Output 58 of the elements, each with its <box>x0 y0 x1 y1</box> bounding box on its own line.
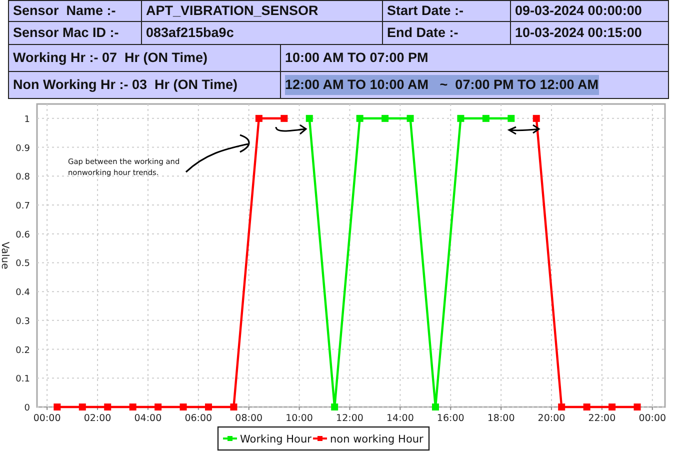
data-point <box>54 404 61 410</box>
x-tick-label: 16:00 <box>436 413 464 424</box>
y-tick-label: 1 <box>24 114 30 125</box>
data-point <box>154 404 162 410</box>
data-point <box>331 404 338 410</box>
x-tick-label: 20:00 <box>538 413 566 424</box>
y-tick-label: 0.2 <box>16 346 30 356</box>
data-point <box>608 404 616 410</box>
cell-text: APT_VIBRATION_SENSOR <box>146 2 318 20</box>
y-tick-label: 0.3 <box>16 316 30 327</box>
x-tick-label: 08:00 <box>235 413 263 424</box>
data-point <box>205 404 212 410</box>
y-tick-label: 0.6 <box>16 230 30 240</box>
legend-label: non working Hour <box>330 434 424 446</box>
cell-text: 083af215ba9c <box>146 24 234 42</box>
x-tick-label: 14:00 <box>386 413 414 424</box>
cell-text: Sensor Mac ID :- <box>13 24 119 42</box>
cell-text: Non Working Hr :- 03 Hr (ON Time) <box>13 76 238 94</box>
cell-text: 10:00 AM TO 07:00 PM <box>285 48 428 67</box>
cell-text: End Date :- <box>387 24 458 42</box>
x-tick-label: 00:00 <box>33 413 61 424</box>
data-point <box>230 404 238 410</box>
y-tick-label: 0.7 <box>16 202 30 212</box>
legend-label: Working Hour <box>240 434 312 446</box>
data-point <box>180 404 187 410</box>
x-tick-label: 06:00 <box>184 413 212 424</box>
cell-text: Start Date :- <box>387 2 464 20</box>
legend-swatch <box>223 436 237 441</box>
double-arrow-drawing <box>508 124 540 135</box>
data-point <box>78 404 86 410</box>
arrow-drawing <box>185 134 250 173</box>
y-tick-label: 0 <box>24 404 30 414</box>
cell-text: 09-03-2024 00:00:00 <box>515 2 642 20</box>
x-tick-label: 00:00 <box>638 413 666 424</box>
x-tick-label: 12:00 <box>336 413 364 424</box>
x-tick-label: 10:00 <box>286 413 313 424</box>
x-tick-label: 02:00 <box>84 413 112 424</box>
cell-text: Working Hr :- 07 Hr (ON Time) <box>13 48 208 67</box>
data-point <box>583 404 590 410</box>
x-tick-label: 22:00 <box>588 413 616 424</box>
y-tick-label: 0.8 <box>16 172 30 183</box>
y-tick-label: 0.5 <box>16 259 30 270</box>
y-tick-label: 0.1 <box>16 374 30 385</box>
data-point <box>104 404 112 410</box>
data-point <box>432 404 439 410</box>
data-point <box>634 404 641 410</box>
y-tick-label: 0.9 <box>16 144 30 154</box>
cell-text: Sensor Name :- <box>13 2 116 20</box>
y-axis-label: Value <box>0 242 10 270</box>
data-point <box>129 404 136 410</box>
legend-swatch <box>313 436 327 441</box>
selected-text: 12:00 AM TO 10:00 AM ~ 07:00 PM TO 12:00 AM <box>285 74 598 96</box>
x-tick-label: 04:00 <box>134 413 162 424</box>
data-point <box>558 404 566 410</box>
x-tick-label: 18:00 <box>487 413 515 424</box>
double-arrow-drawing <box>275 124 307 135</box>
y-tick-label: 0.4 <box>16 288 30 298</box>
cell-text: 10-03-2024 00:15:00 <box>515 24 642 42</box>
